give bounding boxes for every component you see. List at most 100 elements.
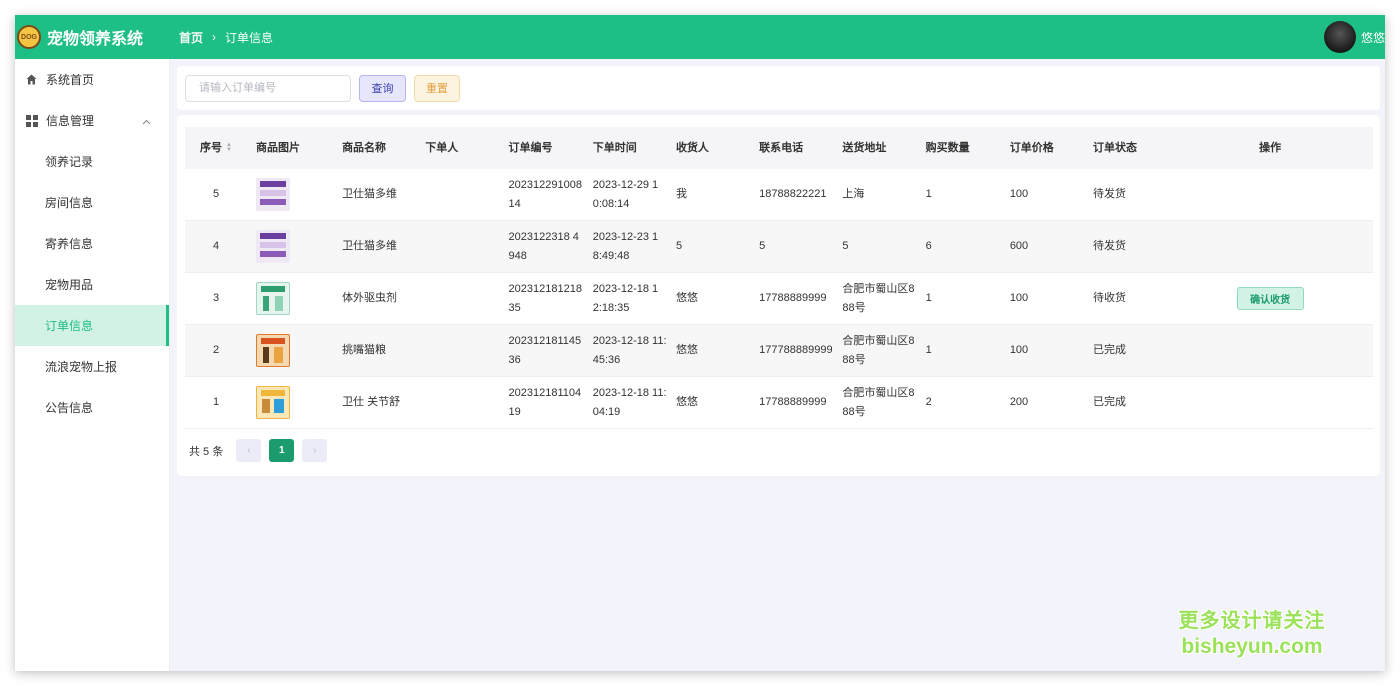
breadcrumb: 首页 › 订单信息 xyxy=(179,29,273,46)
table-row: 2 挑嘴猫粮 20231218114536 2023-12-18 11:45:3… xyxy=(185,325,1373,377)
product-thumbnail-icon xyxy=(256,230,291,263)
orders-table-card: 序号 ▲ ▼ 商品图片 商品名称 下单人 订单编号 下单时间 收货人 联系电话 送货… xyxy=(177,115,1380,476)
price: 200 xyxy=(1009,396,1029,408)
next-page-button[interactable]: › xyxy=(302,439,328,462)
product-image xyxy=(247,230,333,263)
row-index: 2 xyxy=(212,344,220,356)
pagination: 共 5 条 ‹ 1 › xyxy=(189,439,335,462)
product-image xyxy=(247,178,333,211)
product-thumbnail-icon xyxy=(256,282,291,315)
address: 合肥市蜀山区888号 xyxy=(842,334,915,366)
breadcrumb-current: 订单信息 xyxy=(225,30,274,45)
row-index: 5 xyxy=(212,188,220,200)
page-1-button[interactable]: 1 xyxy=(269,439,295,462)
app-title: 宠物领养系统 xyxy=(47,31,144,48)
quantity: 1 xyxy=(925,344,932,356)
column-header-phone: 联系电话 xyxy=(759,141,804,154)
receiver: 悠悠 xyxy=(675,396,698,408)
sidebar-item-label: 公告信息 xyxy=(45,401,94,415)
table-row: 1 卫仕 关节舒 20231218110419 2023-12-18 11:04… xyxy=(185,377,1373,429)
receiver: 5 xyxy=(675,240,683,252)
column-header-status: 订单状态 xyxy=(1093,141,1138,154)
receiver: 悠悠 xyxy=(675,344,698,356)
product-image xyxy=(247,386,333,419)
sidebar-group-info[interactable]: 信息管理 xyxy=(15,100,169,141)
quantity: 1 xyxy=(925,188,932,200)
phone: 5 xyxy=(759,240,766,252)
column-header-orderer: 下单人 xyxy=(425,141,459,154)
address: 合肥市蜀山区888号 xyxy=(842,386,915,418)
table-row: 5 卫仕猫多维 20231229100814 2023-12-29 10:08:… xyxy=(185,169,1373,221)
sidebar-item-stray-report[interactable]: 流浪宠物上报 xyxy=(15,346,169,387)
receiver: 我 xyxy=(675,188,687,200)
column-header-index[interactable]: 序号 ▲ ▼ xyxy=(185,139,247,158)
watermark-line1: 更多设计请关注 xyxy=(1178,610,1326,632)
status: 待发货 xyxy=(1093,240,1127,252)
column-header-quantity: 购买数量 xyxy=(925,141,970,154)
sidebar-item-orders[interactable]: 订单信息 xyxy=(15,305,169,346)
quantity: 6 xyxy=(925,240,932,252)
dog-logo-icon: DOG xyxy=(17,25,41,49)
pagination-total: 共 5 条 xyxy=(189,445,224,458)
sidebar-item-label: 宠物用品 xyxy=(45,278,94,292)
phone: 177788889999 xyxy=(759,344,833,356)
product-thumbnail-icon xyxy=(256,334,291,367)
sort-icon[interactable]: ▲ ▼ xyxy=(226,142,232,153)
address: 上海 xyxy=(842,188,865,200)
product-image xyxy=(247,334,333,367)
sidebar-item-label: 房间信息 xyxy=(45,196,94,210)
watermark: 更多设计请关注 bisheyun.com xyxy=(1172,608,1332,660)
price: 100 xyxy=(1009,292,1029,304)
row-index: 3 xyxy=(212,292,220,304)
watermark-line2: bisheyun.com xyxy=(1181,635,1323,658)
product-name: 卫仕猫多维 xyxy=(342,188,398,200)
prev-page-button[interactable]: ‹ xyxy=(236,439,262,462)
sidebar-item-label: 领养记录 xyxy=(45,155,94,169)
sidebar-item-boarding-info[interactable]: 寄养信息 xyxy=(15,223,169,264)
sidebar-item-adoption-records[interactable]: 领养记录 xyxy=(15,141,169,182)
sidebar-item-announcements[interactable]: 公告信息 xyxy=(15,387,169,428)
product-name: 体外驱虫剂 xyxy=(342,292,398,304)
reset-button[interactable]: 重置 xyxy=(414,74,460,102)
status: 已完成 xyxy=(1093,396,1127,408)
order-time: 2023-12-18 11:45:36 xyxy=(592,334,667,366)
status: 待发货 xyxy=(1093,188,1127,200)
column-header-price: 订单价格 xyxy=(1009,141,1054,154)
order-no: 2023122318 4948 xyxy=(508,230,579,262)
column-header-address: 送货地址 xyxy=(842,141,887,154)
sidebar-item-home[interactable]: 系统首页 xyxy=(15,59,169,100)
username[interactable]: 悠悠 xyxy=(1361,29,1385,46)
sidebar-item-label: 信息管理 xyxy=(46,114,95,128)
breadcrumb-home[interactable]: 首页 xyxy=(179,29,203,46)
row-actions: 确认收货 xyxy=(1167,287,1373,310)
order-no-search-input[interactable] xyxy=(185,74,351,102)
receiver: 悠悠 xyxy=(675,292,698,304)
order-time: 2023-12-18 12:18:35 xyxy=(592,282,659,314)
user-menu[interactable]: 悠悠 xyxy=(1323,15,1385,59)
column-header-action: 操作 xyxy=(1259,141,1282,154)
sidebar-item-room-info[interactable]: 房间信息 xyxy=(15,182,169,223)
column-header-order-no: 订单编号 xyxy=(508,141,553,154)
table-row: 4 卫仕猫多维 2023122318 4948 2023-12-23 18:49… xyxy=(185,221,1373,273)
chevron-up-icon xyxy=(142,114,151,128)
product-name: 卫仕 关节舒 xyxy=(342,396,401,408)
sidebar-item-pet-supplies[interactable]: 宠物用品 xyxy=(15,264,169,305)
grid-icon xyxy=(25,114,38,127)
chevron-right-icon: › xyxy=(212,30,217,44)
product-name: 挑嘴猫粮 xyxy=(342,344,387,356)
order-time: 2023-12-23 18:49:48 xyxy=(592,230,659,262)
avatar[interactable] xyxy=(1323,21,1356,53)
confirm-receipt-button[interactable]: 确认收货 xyxy=(1236,287,1304,310)
price: 100 xyxy=(1009,344,1029,356)
query-button[interactable]: 查询 xyxy=(359,74,406,102)
phone: 17788889999 xyxy=(759,292,827,304)
price: 600 xyxy=(1009,240,1029,252)
top-header: DOG 宠物领养系统 首页 › 订单信息 悠悠 xyxy=(15,15,1385,59)
row-index: 4 xyxy=(212,240,220,252)
status: 待收货 xyxy=(1093,292,1127,304)
sidebar: 系统首页 信息管理 领养记录 房间信息 寄养信息 宠物用品 订单信息 流浪宠物上… xyxy=(15,59,170,671)
order-no: 20231218110419 xyxy=(508,386,582,418)
order-no: 20231229100814 xyxy=(508,178,582,210)
product-image xyxy=(247,282,333,315)
order-no: 20231218121835 xyxy=(508,282,582,314)
